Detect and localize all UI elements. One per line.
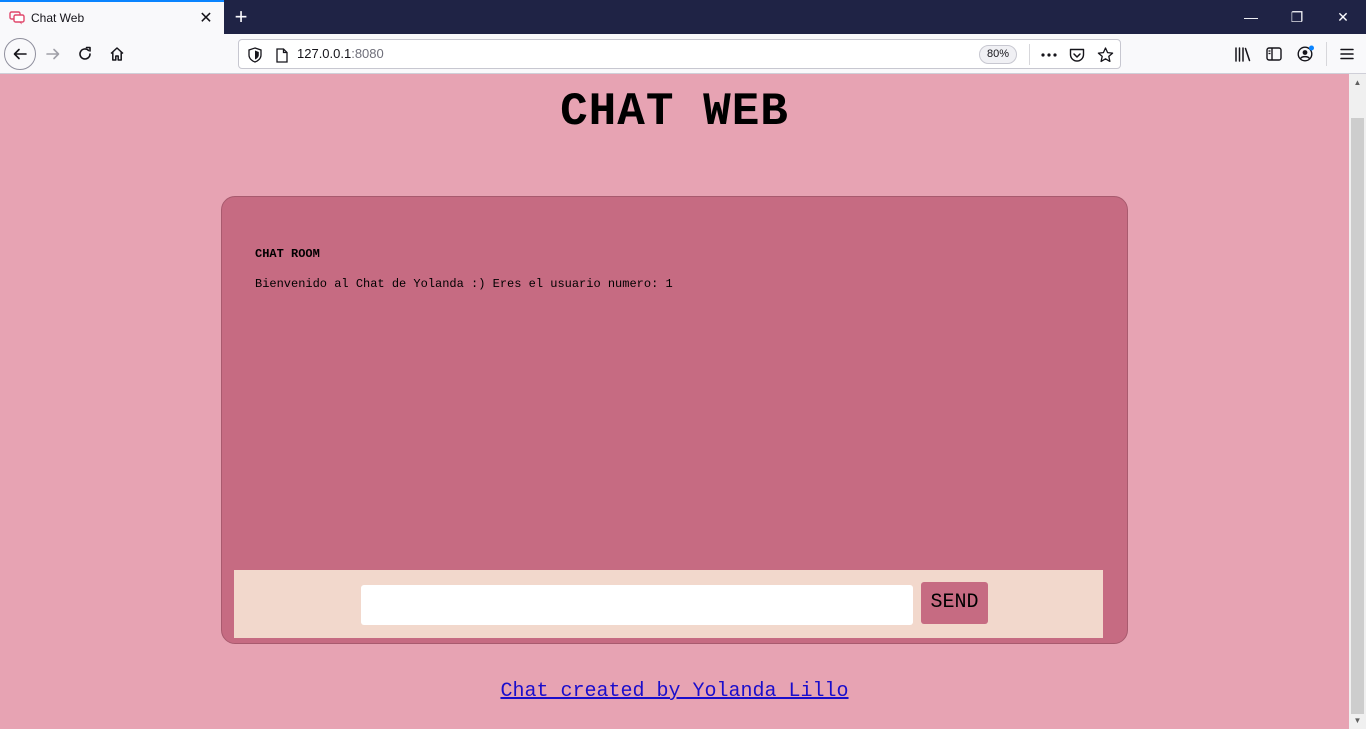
send-button[interactable]: SEND — [921, 582, 988, 624]
compose-bar: SEND — [234, 570, 1103, 638]
zoom-indicator[interactable]: 80% — [979, 45, 1018, 64]
restore-button[interactable]: ❐ — [1274, 0, 1320, 34]
vertical-scrollbar[interactable]: ▲ ▼ — [1349, 74, 1366, 729]
shield-icon[interactable] — [243, 43, 267, 67]
menu-icon[interactable] — [1331, 38, 1363, 70]
address-bar[interactable]: 127.0.0.1:8080 80% — [238, 39, 1121, 69]
toolbar-separator — [1326, 42, 1327, 66]
library-icon[interactable] — [1226, 38, 1258, 70]
page-content: CHAT WEB CHAT ROOM Bienvenido al Chat de… — [0, 74, 1349, 729]
chat-panel: CHAT ROOM Bienvenido al Chat de Yolanda … — [221, 196, 1128, 644]
url-separator — [1029, 44, 1030, 65]
message-input[interactable] — [361, 585, 913, 625]
back-arrow-icon[interactable] — [4, 38, 36, 70]
close-icon[interactable]: ✕ — [194, 6, 218, 30]
footer: Chat created by Yolanda Lillo — [0, 680, 1349, 703]
more-dots-icon[interactable] — [1037, 43, 1061, 67]
chat-favicon-icon — [9, 10, 25, 26]
star-icon[interactable] — [1093, 43, 1117, 67]
navigation-toolbar: 127.0.0.1:8080 80% — [0, 34, 1366, 74]
author-link[interactable]: Chat created by Yolanda Lillo — [500, 680, 848, 703]
chat-message: Bienvenido al Chat de Yolanda :) Eres el… — [255, 277, 673, 291]
reload-icon[interactable] — [69, 38, 101, 70]
url-text[interactable]: 127.0.0.1:8080 — [297, 46, 384, 61]
tab-chat-web[interactable]: Chat Web ✕ — [0, 0, 224, 34]
scroll-down-icon[interactable]: ▼ — [1349, 712, 1366, 729]
account-icon[interactable] — [1290, 38, 1322, 70]
tab-title: Chat Web — [31, 11, 85, 25]
plus-icon[interactable]: + — [228, 4, 254, 30]
url-host: 127.0.0.1 — [297, 46, 352, 61]
tab-strip: Chat Web ✕ + — ❐ ✕ — [0, 0, 1366, 34]
scroll-up-icon[interactable]: ▲ — [1349, 74, 1366, 91]
page-icon[interactable] — [270, 43, 294, 67]
forward-arrow-icon[interactable] — [37, 38, 69, 70]
home-icon[interactable] — [101, 38, 133, 70]
minimize-button[interactable]: — — [1228, 0, 1274, 34]
window-close-button[interactable]: ✕ — [1320, 0, 1366, 34]
chat-room-heading: CHAT ROOM — [255, 247, 320, 261]
url-port: :8080 — [351, 46, 384, 61]
scroll-thumb[interactable] — [1351, 118, 1364, 714]
page-title: CHAT WEB — [560, 86, 789, 138]
sidebar-icon[interactable] — [1258, 38, 1290, 70]
pocket-icon[interactable] — [1065, 43, 1089, 67]
